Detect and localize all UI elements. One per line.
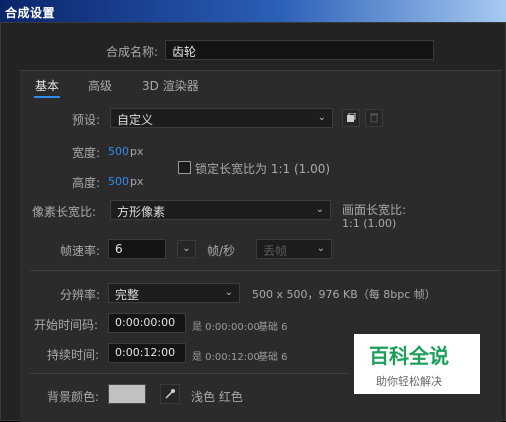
duration-input[interactable]: 0:00:12:00 (108, 343, 186, 363)
resolution-info: 500 x 500，976 KB（每 8bpc 帧） (252, 288, 436, 301)
dropframe-select: 丢帧 ⌄ (256, 239, 332, 259)
divider (30, 373, 350, 374)
height-label: 高度: (72, 176, 101, 190)
preset-value: 自定义 (117, 113, 154, 127)
composition-name-label: 合成名称: (106, 45, 159, 59)
frame-aspect-value: 1:1 (1.00) (342, 217, 397, 230)
preset-save-icon[interactable] (342, 109, 360, 127)
chevron-down-icon: ⌄ (182, 243, 191, 254)
watermark-title: 百科全说 (369, 344, 449, 368)
divider (30, 270, 500, 271)
duration-label: 持续时间: (47, 348, 100, 362)
chevron-down-icon: ⌄ (224, 287, 233, 298)
chevron-down-icon: ⌄ (317, 112, 326, 123)
height-value[interactable]: 500 (108, 175, 129, 188)
tab-basic[interactable]: 基本 (35, 77, 59, 94)
dropframe-value: 丢帧 (263, 244, 288, 258)
frame-rate-dropdown[interactable]: ⌄ (177, 240, 196, 258)
tab-3d-renderer[interactable]: 3D 渲染器 (142, 77, 199, 94)
tab-advanced[interactable]: 高级 (88, 77, 112, 94)
resolution-select[interactable]: 完整 ⌄ (108, 283, 240, 303)
window-title: 合成设置 (5, 6, 56, 20)
height-unit: px (130, 175, 144, 188)
background-color-swatch[interactable] (108, 384, 146, 404)
resolution-label: 分辨率: (60, 288, 101, 302)
tab-active-indicator (34, 96, 60, 98)
start-timecode-label: 开始时间码: (34, 318, 99, 332)
lock-aspect-checkbox[interactable] (178, 161, 191, 174)
composition-name-input[interactable]: 齿轮 (165, 40, 434, 60)
title-bar[interactable]: 合成设置 (0, 0, 506, 22)
pixel-aspect-value: 方形像素 (117, 205, 166, 219)
background-color-name: 浅色 红色 (191, 390, 243, 404)
duration-value: 0:00:12:00 (115, 346, 176, 359)
composition-name-value: 齿轮 (172, 45, 197, 59)
frame-rate-unit: 帧/秒 (207, 244, 236, 258)
frame-rate-label: 帧速率: (60, 244, 101, 258)
chevron-down-icon: ⌄ (315, 204, 324, 215)
width-unit: px (130, 145, 144, 158)
frame-rate-input[interactable]: 6 (108, 239, 166, 259)
frame-rate-value: 6 (115, 242, 123, 256)
width-label: 宽度: (72, 146, 101, 160)
lock-aspect-label: 锁定长宽比为 1:1 (1.00) (195, 162, 331, 176)
start-timecode-base: 基础 6 (258, 322, 288, 333)
trash-icon[interactable] (365, 109, 383, 127)
watermark-subtitle: 助你轻松解决 (376, 375, 442, 388)
start-timecode-value: 0:00:00:00 (115, 316, 176, 329)
composition-settings-window: 合成设置 合成名称: 齿轮 基本 高级 3D 渲染器 预设: 自定义 ⌄ 宽度:… (0, 0, 506, 422)
duration-base: 基础 6 (258, 352, 288, 363)
start-timecode-info: 是 0:00:00:00 (192, 322, 260, 333)
pixel-aspect-select[interactable]: 方形像素 ⌄ (110, 200, 331, 220)
start-timecode-input[interactable]: 0:00:00:00 (108, 313, 186, 333)
preset-label: 预设: (72, 113, 101, 127)
duration-info: 是 0:00:12:00 (192, 352, 260, 363)
chevron-down-icon: ⌄ (316, 243, 325, 254)
background-color-label: 背景颜色: (47, 390, 100, 404)
width-value[interactable]: 500 (108, 145, 129, 158)
watermark-logo: 百科全说 助你轻松解决 (354, 334, 480, 394)
resolution-value: 完整 (115, 288, 140, 302)
frame-aspect-label: 画面长宽比: (342, 203, 407, 217)
eyedropper-icon[interactable] (160, 384, 180, 404)
pixel-aspect-label: 像素长宽比: (32, 205, 97, 219)
preset-select[interactable]: 自定义 ⌄ (110, 108, 333, 128)
